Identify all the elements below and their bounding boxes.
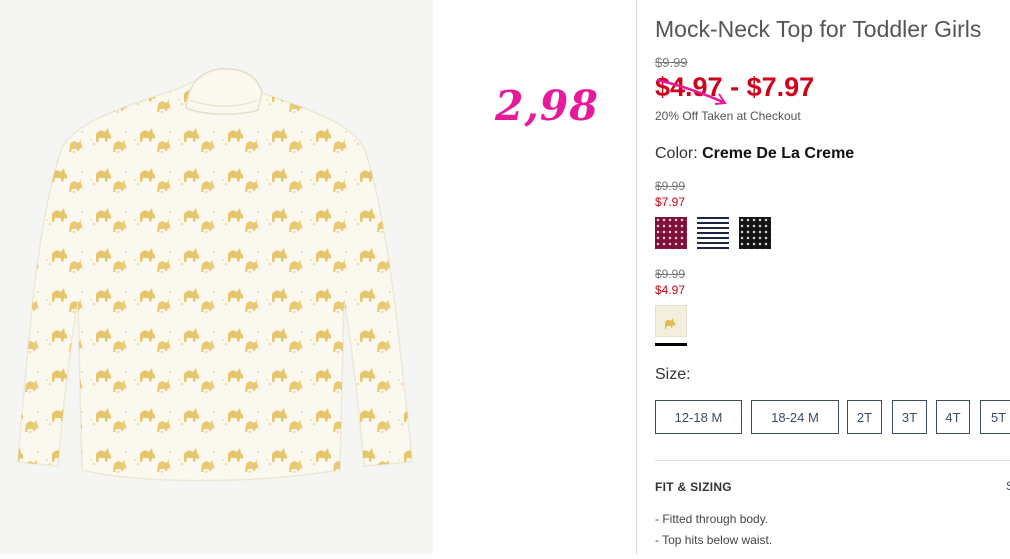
size-button-12-18m[interactable]: 12-18 M — [655, 400, 742, 434]
swatch-navy-stripe[interactable] — [697, 217, 729, 249]
fit-detail-item: - Top hits below waist. — [655, 533, 773, 547]
size-button-4t[interactable]: 4T — [936, 400, 970, 434]
selected-swatch-indicator — [655, 343, 687, 346]
swatch-group-sale-price: $7.97 — [655, 195, 686, 209]
sale-price-high: $7.97 — [746, 72, 815, 102]
swatch-berry-dot[interactable] — [655, 217, 687, 249]
color-selection: Color: Creme De La Creme — [655, 145, 854, 163]
panel-divider — [636, 0, 637, 554]
swatch-group-sale-price: $4.97 — [655, 283, 686, 297]
pink-strikethrough-mark — [656, 78, 727, 105]
fit-sizing-header[interactable]: FIT & SIZING — [655, 480, 732, 494]
size-button-2t[interactable]: 2T — [847, 400, 882, 434]
size-label: Size: — [655, 366, 691, 383]
size-button-3t[interactable]: 3T — [892, 400, 927, 434]
original-price: $9.99 — [655, 55, 688, 70]
swatch-creme-de-la-creme[interactable] — [655, 305, 687, 337]
section-divider — [655, 460, 1010, 461]
swatch-group-original-price: $9.99 — [655, 179, 686, 193]
checkout-discount-note: 20% Off Taken at Checkout — [655, 109, 801, 123]
color-label: Color: — [655, 145, 703, 162]
fit-sizing-toggle[interactable]: S — [1006, 479, 1010, 493]
swatch-group-original-price: $9.99 — [655, 267, 686, 281]
fit-detail-item: - Fitted through body. — [655, 512, 769, 526]
swatch-black-dot[interactable] — [739, 217, 771, 249]
unicorn-print-icon — [665, 318, 676, 329]
product-title: Mock-Neck Top for Toddler Girls — [655, 16, 982, 42]
size-button-5t[interactable]: 5T — [980, 400, 1010, 434]
handwritten-price-annotation: 2,98 — [495, 82, 599, 130]
selected-color-name: Creme De La Creme — [702, 145, 855, 162]
shirt-illustration — [17, 68, 413, 482]
size-button-18-24m[interactable]: 18-24 M — [751, 400, 839, 434]
product-info-panel: Mock-Neck Top for Toddler Girls $9.99 $4… — [655, 0, 1010, 554]
product-image[interactable] — [0, 0, 433, 554]
